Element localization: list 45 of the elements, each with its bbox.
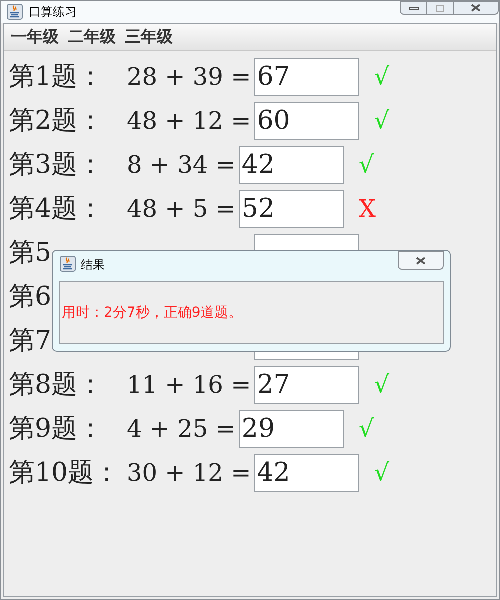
check-mark: √ [374, 458, 390, 489]
answer-field[interactable]: 42 [254, 454, 360, 492]
menu-item[interactable]: 一年级 [11, 25, 59, 49]
question-label: 第6 [9, 280, 52, 314]
minimize-button[interactable] [400, 1, 427, 15]
answer-field[interactable]: 52 [238, 190, 344, 228]
question-label: 第9题： [9, 412, 104, 446]
window-title: 口算练习 [29, 4, 77, 21]
answer-field[interactable]: 27 [254, 366, 360, 404]
answer-field[interactable]: 60 [254, 102, 360, 140]
check-mark: √ [358, 150, 374, 181]
equation: 28 + 39 = [127, 62, 252, 93]
answer-field[interactable]: 29 [238, 410, 344, 448]
close-icon [416, 256, 426, 264]
menu-item[interactable]: 三年级 [125, 25, 173, 49]
equation: 11 + 16 = [127, 370, 252, 401]
question-label: 第3题： [9, 148, 104, 182]
cross-mark: X [358, 194, 376, 225]
check-mark: √ [374, 62, 390, 93]
question-label: 第8题： [9, 368, 104, 402]
close-icon [471, 4, 481, 12]
close-button[interactable] [453, 1, 499, 15]
answer-field[interactable]: 42 [238, 146, 344, 184]
equation: 4 + 25 = [127, 414, 236, 445]
menu-item[interactable]: 二年级 [68, 25, 116, 49]
answer-field[interactable]: 67 [254, 58, 360, 96]
equation: 48 + 12 = [127, 106, 252, 137]
dialog-title: 结果 [81, 257, 105, 274]
equation: 48 + 5 = [127, 194, 236, 225]
question-label: 第7 [9, 324, 52, 358]
question-label: 第2题： [9, 104, 104, 138]
check-mark: √ [374, 106, 390, 137]
maximize-button[interactable] [427, 1, 453, 15]
check-mark: √ [358, 414, 374, 445]
question-label: 第1题： [9, 60, 104, 94]
close-button[interactable] [398, 251, 444, 270]
coffee-cup-icon [7, 4, 23, 20]
question-label: 第5 [9, 236, 52, 270]
check-mark: √ [374, 370, 390, 401]
question-label: 第10题： [9, 456, 120, 490]
question-label: 第4题： [9, 192, 104, 226]
result-message: 用时：2分7秒，正确9道题。 [62, 304, 243, 323]
equation: 8 + 34 = [127, 150, 236, 181]
equation: 30 + 12 = [127, 458, 252, 489]
coffee-cup-icon [60, 256, 76, 272]
